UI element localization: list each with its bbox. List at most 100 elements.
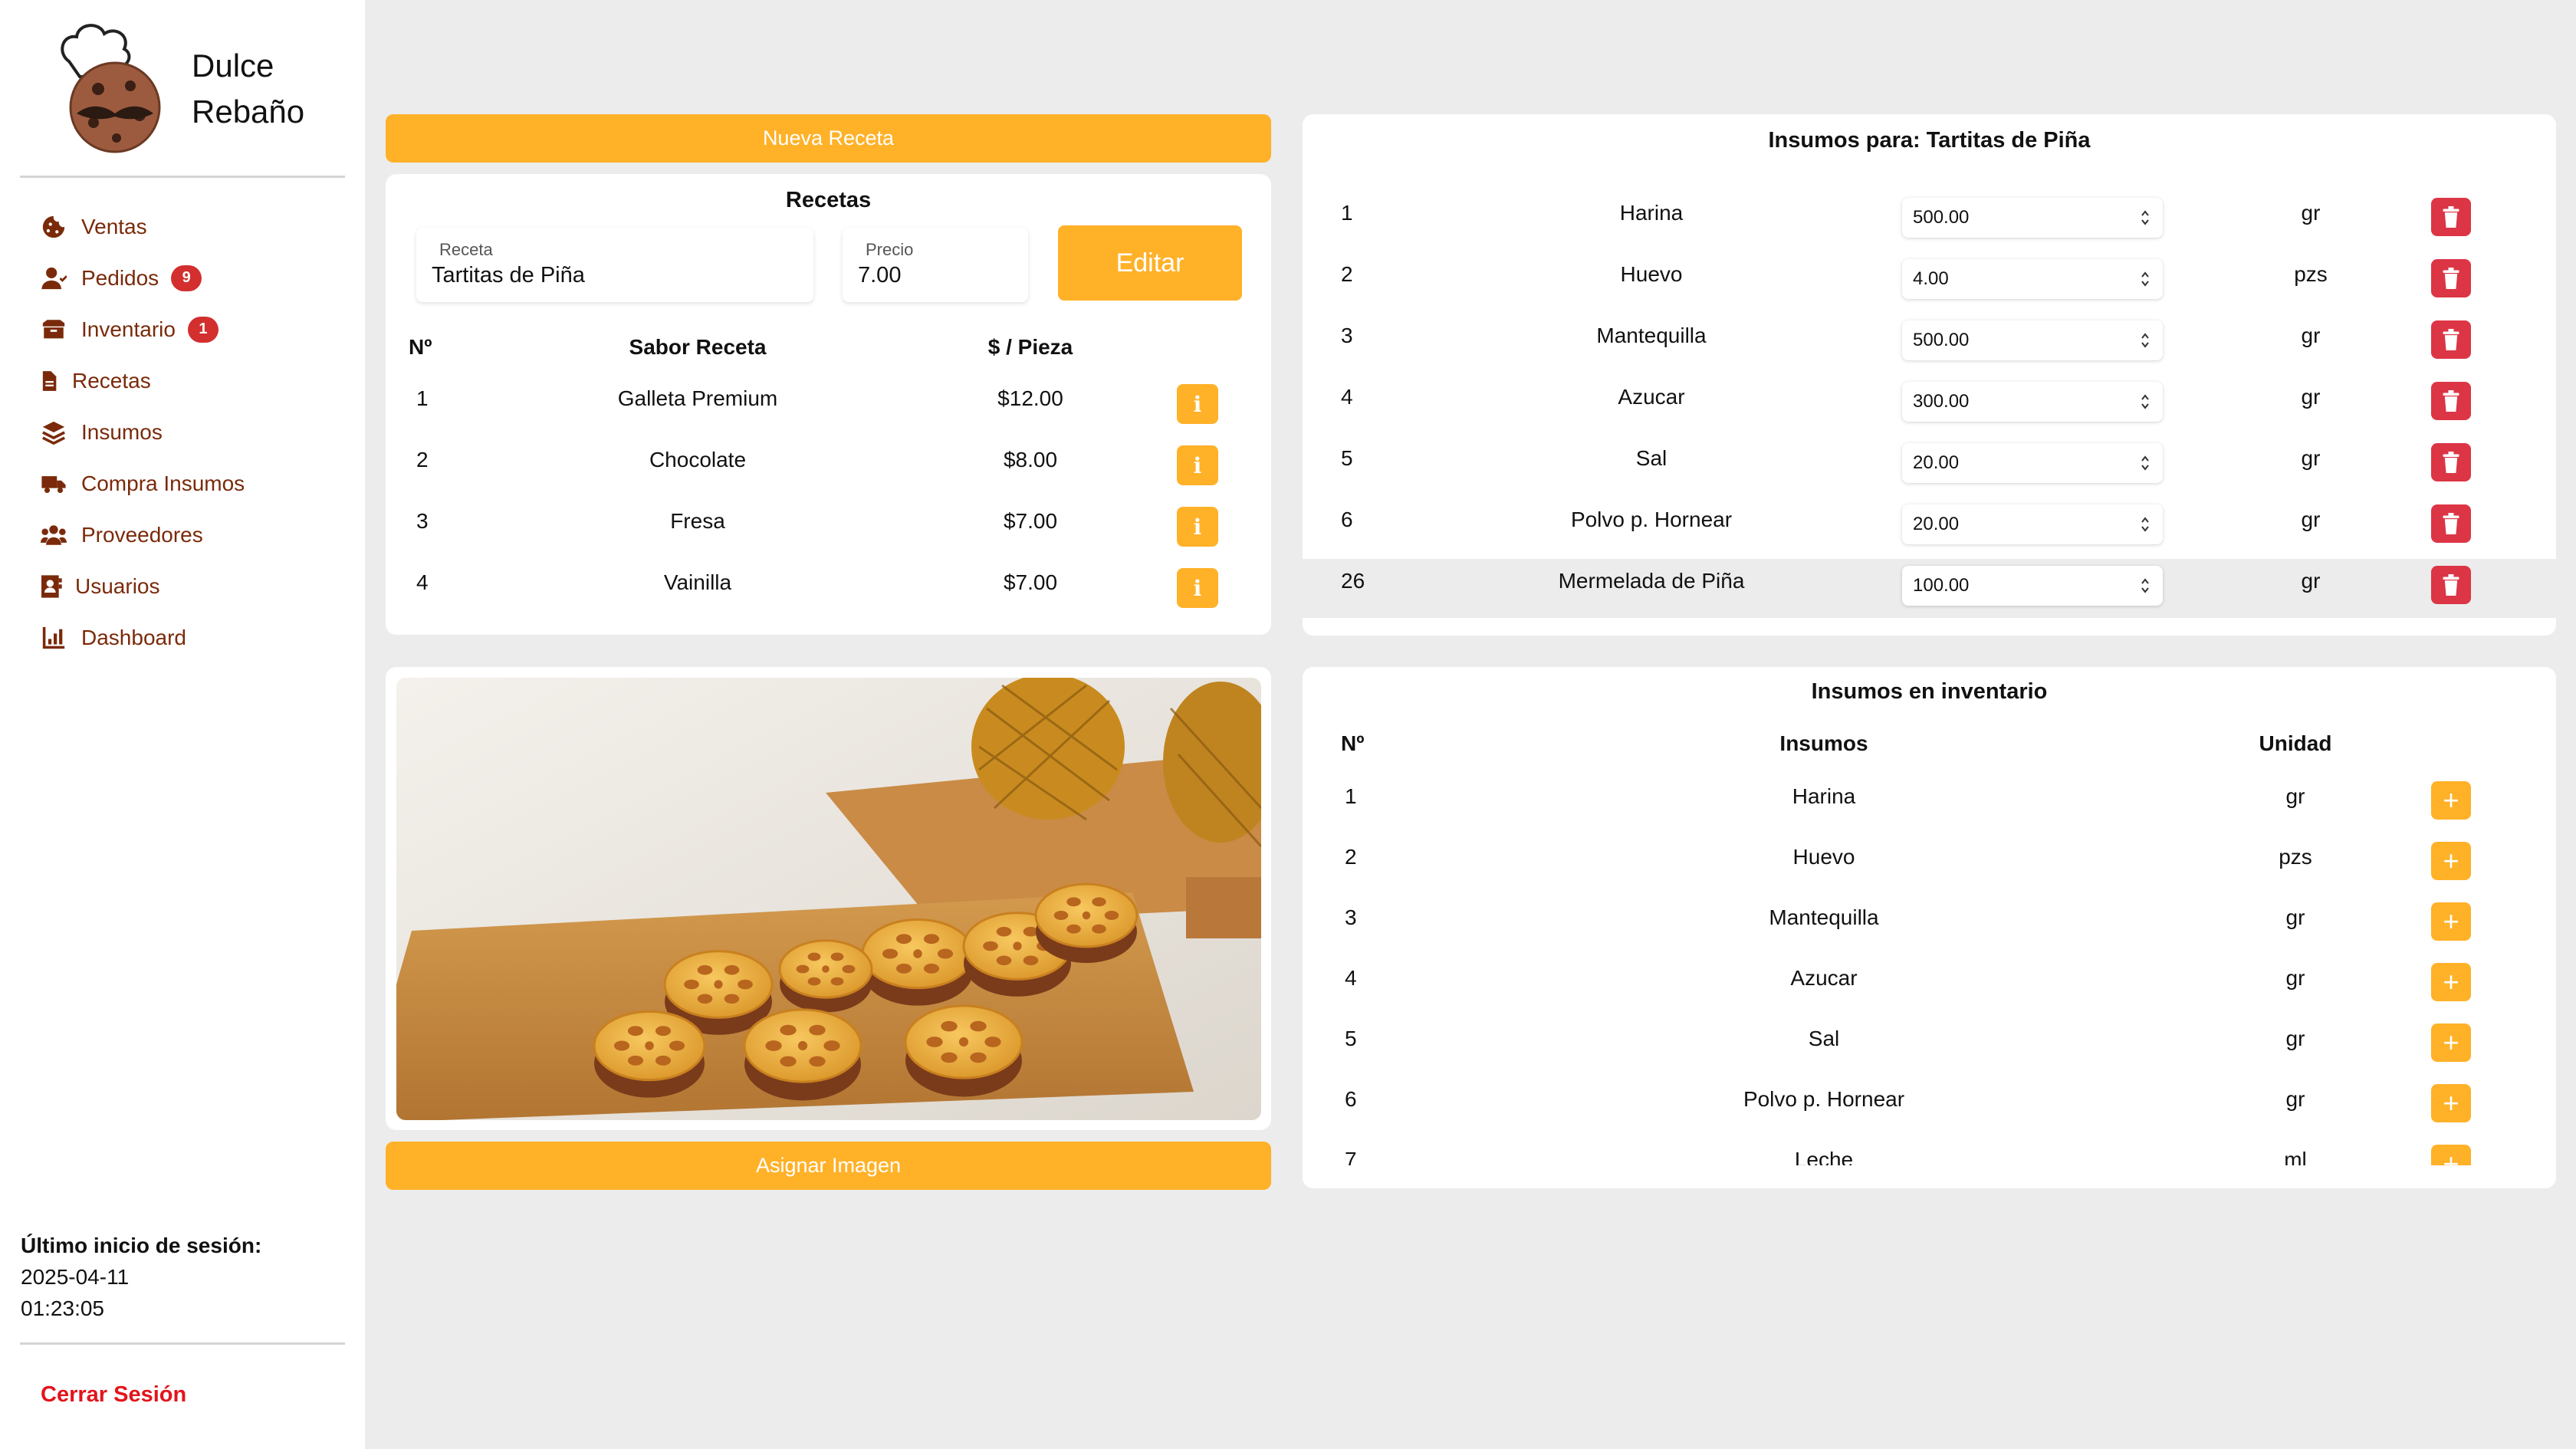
ingredient-quantity-value: 500.00	[1913, 330, 1970, 350]
ingredient-row-unit: gr	[2301, 446, 2321, 470]
inventory-row-name: Leche	[1794, 1148, 1854, 1165]
add-ingredient-button[interactable]: +	[2431, 1145, 2471, 1165]
sidebar-divider-bottom	[20, 1342, 345, 1345]
inventory-row-unit: ml	[2284, 1148, 2307, 1165]
delete-ingredient-button[interactable]	[2431, 198, 2471, 236]
stepper-arrows-icon[interactable]	[2140, 209, 2150, 227]
sidebar-item-pedidos[interactable]: Pedidos 9	[38, 252, 345, 304]
layers-icon	[38, 417, 69, 448]
inventory-row-unit: gr	[2285, 1087, 2305, 1111]
inventory-row-unit: gr	[2285, 784, 2305, 808]
truck-icon	[38, 468, 69, 499]
new-recipe-button[interactable]: Nueva Receta	[386, 114, 1271, 163]
add-ingredient-button[interactable]: +	[2431, 781, 2471, 820]
cookie-icon	[38, 212, 69, 242]
add-ingredient-button[interactable]: +	[2431, 1084, 2471, 1122]
inventory-row-name: Mantequilla	[1769, 905, 1879, 929]
recipe-price-label: Precio	[866, 240, 914, 259]
brand[interactable]: Dulce Rebaño	[54, 15, 345, 153]
delete-ingredient-button[interactable]	[2431, 504, 2471, 543]
recipe-row-num: 1	[416, 386, 429, 410]
sidebar-nav: Ventas Pedidos 9 Inventario 1 Recetas In…	[38, 201, 345, 663]
delete-ingredient-button[interactable]	[2431, 320, 2471, 359]
sidebar-item-proveedores[interactable]: Proveedores	[38, 509, 345, 560]
add-ingredient-button[interactable]: +	[2431, 902, 2471, 941]
sidebar-item-recetas[interactable]: Recetas	[38, 355, 345, 406]
ingredient-row-name: Huevo	[1620, 262, 1683, 286]
recipe-name-label: Receta	[439, 240, 493, 259]
ingredient-quantity-input[interactable]: 500.00	[1902, 198, 2163, 238]
recipe-name-field[interactable]: Receta Tartitas de Piña	[416, 228, 813, 302]
recipe-info-button[interactable]: i	[1177, 568, 1218, 608]
stepper-arrows-icon[interactable]	[2140, 331, 2150, 350]
sidebar-item-ventas[interactable]: Ventas	[38, 201, 345, 252]
edit-recipe-button[interactable]: Editar	[1058, 225, 1242, 301]
recipe-price-field[interactable]: Precio 7.00	[843, 228, 1028, 302]
recipe-row-num: 2	[416, 448, 429, 472]
ingredient-quantity-input[interactable]: 20.00	[1902, 504, 2163, 544]
trash-icon	[2443, 268, 2459, 289]
logout-link[interactable]: Cerrar Sesión	[41, 1382, 186, 1408]
sidebar-item-label: Pedidos	[81, 265, 159, 290]
cookie-chef-logo-icon	[61, 24, 161, 153]
sidebar-item-label: Recetas	[72, 368, 151, 393]
stepper-arrows-icon[interactable]	[2140, 270, 2150, 288]
ingredient-quantity-value: 300.00	[1913, 391, 1970, 412]
ingredient-row-num: 6	[1341, 508, 1353, 531]
ingredient-quantity-input[interactable]: 20.00	[1902, 443, 2163, 483]
sidebar-item-inventario[interactable]: Inventario 1	[38, 304, 345, 355]
inventory-row-unit: gr	[2285, 905, 2305, 929]
delete-ingredient-button[interactable]	[2431, 259, 2471, 297]
inventory-row-unit: pzs	[2279, 845, 2312, 869]
ingredient-quantity-value: 100.00	[1913, 575, 1970, 596]
ingredient-row-num: 3	[1341, 324, 1353, 347]
inventory-row-num: 3	[1345, 905, 1357, 929]
stepper-arrows-icon[interactable]	[2140, 454, 2150, 472]
user-icon	[38, 263, 69, 294]
add-ingredient-button[interactable]: +	[2431, 963, 2471, 1001]
recipe-row-flavor: Fresa	[670, 509, 725, 533]
ingredient-row-name: Harina	[1619, 201, 1684, 225]
recipe-row-flavor: Chocolate	[649, 448, 747, 472]
sidebar: Dulce Rebaño Ventas Pedidos 9 Inventario…	[0, 0, 365, 1449]
cookie-shape	[743, 1008, 863, 1101]
recipe-info-button[interactable]: i	[1177, 507, 1218, 547]
ingredient-row-name: Mantequilla	[1596, 324, 1707, 347]
ingredient-row-num: 1	[1341, 201, 1353, 225]
ingredient-quantity-value: 20.00	[1913, 514, 1960, 534]
ingredient-quantity-input[interactable]: 100.00	[1902, 566, 2163, 606]
delete-ingredient-button[interactable]	[2431, 566, 2471, 604]
ingredient-quantity-input[interactable]: 4.00	[1902, 259, 2163, 299]
delete-ingredient-button[interactable]	[2431, 382, 2471, 420]
ingredient-row-num: 5	[1341, 446, 1353, 470]
cookie-shape	[861, 918, 974, 1006]
brand-name: Dulce Rebaño	[192, 43, 304, 135]
brand-line-1: Dulce	[192, 48, 274, 84]
recipe-row-price: $7.00	[1003, 570, 1058, 594]
ingredient-quantity-input[interactable]: 300.00	[1902, 382, 2163, 422]
sidebar-item-compra-insumos[interactable]: Compra Insumos	[38, 458, 345, 509]
assign-image-button[interactable]: Asignar Imagen	[386, 1142, 1271, 1190]
inventory-row-name: Huevo	[1792, 845, 1855, 869]
sidebar-item-usuarios[interactable]: Usuarios	[38, 560, 345, 612]
recipe-info-button[interactable]: i	[1177, 384, 1218, 424]
recipe-ingredients-card: Insumos para: Tartitas de Piña 1 Harina 50…	[1303, 114, 2556, 636]
sidebar-item-dashboard[interactable]: Dashboard	[38, 612, 345, 663]
inventory-row-num: 7	[1345, 1148, 1357, 1165]
sidebar-item-insumos[interactable]: Insumos	[38, 406, 345, 458]
cookie-shape	[593, 1010, 706, 1098]
stepper-arrows-icon[interactable]	[2140, 577, 2150, 595]
recipe-name-value: Tartitas de Piña	[432, 263, 585, 288]
inventory-row-num: 5	[1345, 1027, 1357, 1050]
stepper-arrows-icon[interactable]	[2140, 393, 2150, 411]
trash-icon	[2443, 206, 2459, 228]
delete-ingredient-button[interactable]	[2431, 443, 2471, 481]
recipe-info-button[interactable]: i	[1177, 445, 1218, 485]
ingredient-quantity-input[interactable]: 500.00	[1902, 320, 2163, 360]
trash-icon	[2443, 574, 2459, 596]
add-ingredient-button[interactable]: +	[2431, 842, 2471, 880]
stepper-arrows-icon[interactable]	[2140, 515, 2150, 534]
add-ingredient-button[interactable]: +	[2431, 1024, 2471, 1062]
inventory-row-unit: gr	[2285, 966, 2305, 990]
recipes-title: Recetas	[785, 188, 872, 212]
